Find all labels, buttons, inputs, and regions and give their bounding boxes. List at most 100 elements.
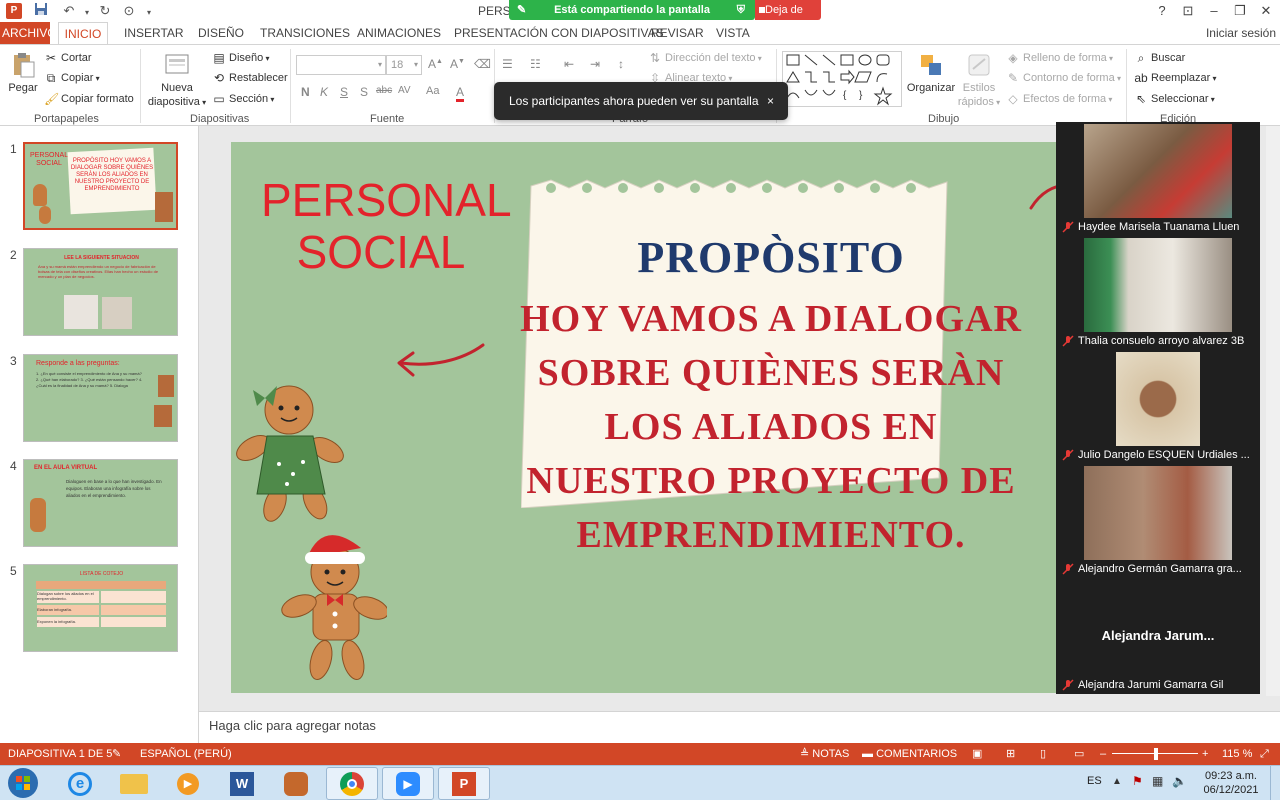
tab-animaciones[interactable]: ANIMACIONES	[355, 22, 443, 44]
explorer-taskbar-button[interactable]	[108, 767, 160, 800]
font-size-select[interactable]: 18 ▾	[386, 55, 422, 75]
presentation-from-start-icon[interactable]: ⊙	[120, 2, 138, 20]
font-family-select[interactable]: ▾	[296, 55, 386, 75]
close-icon[interactable]: ×	[767, 82, 774, 120]
tab-vista[interactable]: VISTA	[714, 22, 752, 44]
quick-styles-button[interactable]: Estilos rápidos ▾	[956, 51, 1002, 110]
close-button[interactable]: ✕	[1256, 2, 1276, 20]
purpose-heading[interactable]: PROPÒSITO	[501, 232, 1041, 283]
stop-share-button[interactable]: Deja de	[755, 0, 821, 20]
increase-font-icon[interactable]: A▲	[428, 57, 443, 71]
tray-expand-icon[interactable]: ▲	[1112, 776, 1122, 787]
comments-toggle[interactable]: ▬ COMENTARIOS	[862, 743, 957, 765]
vertical-scrollbar[interactable]	[1266, 126, 1280, 696]
bullets-icon[interactable]: ☰	[502, 57, 513, 71]
slide-subject-title[interactable]: PERSONAL SOCIAL	[261, 174, 512, 278]
zoom-slider-thumb[interactable]	[1154, 748, 1158, 760]
app-taskbar-button[interactable]	[270, 767, 322, 800]
zoom-in-icon[interactable]: +	[1202, 743, 1208, 765]
customize-toolbar-icon[interactable]: ▾	[140, 2, 158, 20]
fit-slide-icon[interactable]: ⤢	[1260, 743, 1269, 765]
text-direction-button[interactable]: ⇅ Dirección del texto ▾	[648, 49, 762, 67]
undo-dropdown-icon[interactable]: ▾	[78, 2, 96, 20]
participant-tile[interactable]: Alejandro Germán Gamarra gra...	[1056, 464, 1260, 578]
slide-thumbnail-1[interactable]: PERSONAL SOCIAL PROPÒSITO HOY VAMOS A DI…	[23, 142, 178, 230]
change-case-icon[interactable]: Aa	[426, 85, 439, 97]
paste-button[interactable]: Pegar	[6, 51, 40, 95]
tab-insertar[interactable]: INSERTAR	[122, 22, 186, 44]
slide-thumbnail-3[interactable]: Responde a las preguntas: 1. ¿En qué con…	[23, 354, 178, 442]
ribbon-display-options-icon[interactable]: ⊡	[1178, 2, 1198, 20]
zoom-out-icon[interactable]: –	[1100, 743, 1106, 765]
new-slide-button[interactable]: Nueva diapositiva ▾	[146, 51, 208, 110]
decrease-indent-icon[interactable]: ⇤	[564, 57, 574, 71]
tab-diseno[interactable]: DISEÑO	[196, 22, 246, 44]
language-indicator[interactable]: ESPAÑOL (PERÚ)	[140, 743, 232, 765]
strikethrough-icon[interactable]: abc	[376, 85, 392, 96]
notes-pane[interactable]: Haga clic para agregar notas	[199, 711, 1280, 743]
font-color-icon[interactable]: A	[456, 85, 465, 102]
participant-tile[interactable]: Alejandra Jarum... Alejandra Jarumi Gama…	[1056, 578, 1260, 694]
sign-in-link[interactable]: Iniciar sesión	[1206, 26, 1276, 40]
participant-tile[interactable]: Haydee Marisela Tuanama Lluen	[1056, 122, 1260, 236]
copy-button[interactable]: ⧉ Copiar ▾	[44, 69, 100, 87]
find-button[interactable]: ⌕ Buscar	[1134, 49, 1186, 67]
shape-outline-button[interactable]: ✎ Contorno de forma ▾	[1006, 69, 1121, 87]
cut-button[interactable]: ✂ Cortar	[44, 49, 92, 67]
media-player-taskbar-button[interactable]: ▶	[162, 767, 214, 800]
redo-icon[interactable]: ↻	[96, 2, 114, 20]
italic-icon[interactable]: K	[320, 85, 328, 99]
slide-canvas[interactable]: PERSONAL SOCIAL PROPÒSITO HOY VAMOS A DI…	[231, 142, 1069, 693]
slide-thumbnail-4[interactable]: EN EL AULA VIRTUAL Dialoguen en base a l…	[23, 459, 178, 547]
participant-tile[interactable]: Thalia consuelo arroyo alvarez 3B	[1056, 236, 1260, 350]
minimize-button[interactable]: –	[1204, 2, 1224, 20]
input-language[interactable]: ES	[1087, 775, 1102, 787]
tab-presentacion[interactable]: PRESENTACIÓN CON DIAPOSITIVAS	[452, 22, 666, 44]
char-spacing-icon[interactable]: AV	[398, 85, 411, 96]
section-button[interactable]: ▭ Sección ▾	[212, 90, 274, 108]
zoom-taskbar-button[interactable]: ▶	[382, 767, 434, 800]
tab-revisar[interactable]: REVISAR	[649, 22, 706, 44]
start-button[interactable]	[2, 767, 44, 800]
action-center-icon[interactable]: ⚑	[1132, 774, 1143, 788]
shapes-gallery[interactable]: {}	[782, 51, 902, 107]
network-icon[interactable]: ▦	[1152, 774, 1163, 788]
slideshow-icon[interactable]: ▭	[1074, 743, 1084, 765]
zoom-level[interactable]: 115 %	[1222, 743, 1252, 765]
restore-button[interactable]: ❐	[1230, 2, 1250, 20]
slide-thumbnail-5[interactable]: LISTA DE COTEJO Dialogan sobre los aliad…	[23, 564, 178, 652]
save-icon[interactable]	[32, 2, 50, 20]
powerpoint-taskbar-button[interactable]: P	[438, 767, 490, 800]
shape-effects-button[interactable]: ◇ Efectos de forma ▾	[1006, 90, 1112, 108]
volume-icon[interactable]: 🔈	[1172, 774, 1187, 788]
show-desktop-button[interactable]	[1270, 766, 1280, 800]
tab-inicio[interactable]: INICIO	[58, 22, 108, 44]
undo-icon[interactable]: ↶	[60, 2, 78, 20]
underline-icon[interactable]: S	[340, 85, 348, 99]
select-button[interactable]: ⇖ Seleccionar ▾	[1134, 90, 1215, 108]
screen-share-banner[interactable]: ✎ Está compartiendo la pantalla ⛨	[509, 0, 755, 20]
purpose-text[interactable]: HOY VAMOS A DIALOGAR SOBRE QUIÈNES SERÀN…	[501, 292, 1041, 562]
gingerbread-santa-icon[interactable]	[277, 514, 387, 684]
shape-fill-button[interactable]: ◈ Relleno de forma ▾	[1006, 49, 1113, 67]
reset-button[interactable]: ⟲ Restablecer	[212, 69, 288, 87]
bold-icon[interactable]: N	[301, 85, 310, 99]
gingerbread-girl-icon[interactable]	[231, 378, 351, 528]
layout-button[interactable]: ▤ Diseño ▾	[212, 49, 269, 67]
word-taskbar-button[interactable]: W	[216, 767, 268, 800]
tab-transiciones[interactable]: TRANSICIONES	[258, 22, 352, 44]
increase-indent-icon[interactable]: ⇥	[590, 57, 600, 71]
system-clock[interactable]: 09:23 a.m. 06/12/2021	[1196, 769, 1266, 797]
format-painter-button[interactable]: 🖌 Copiar formato	[44, 90, 134, 108]
chrome-taskbar-button[interactable]	[326, 767, 378, 800]
help-button[interactable]: ?	[1152, 2, 1172, 20]
normal-view-icon[interactable]: ▣	[972, 743, 982, 765]
slide-thumbnail-2[interactable]: LEE LA SIGUIENTE SITUACION Ana y su mamá…	[23, 248, 178, 336]
shadow-icon[interactable]: S	[360, 85, 368, 99]
ie-taskbar-button[interactable]: e	[54, 767, 106, 800]
notes-toggle[interactable]: ≜ NOTAS	[800, 743, 849, 765]
numbering-icon[interactable]: ☷	[530, 57, 541, 71]
spellcheck-icon[interactable]: ✎	[112, 743, 121, 765]
clear-format-icon[interactable]: ⌫	[474, 57, 491, 71]
participant-tile[interactable]: Julio Dangelo ESQUEN Urdiales ...	[1056, 350, 1260, 464]
